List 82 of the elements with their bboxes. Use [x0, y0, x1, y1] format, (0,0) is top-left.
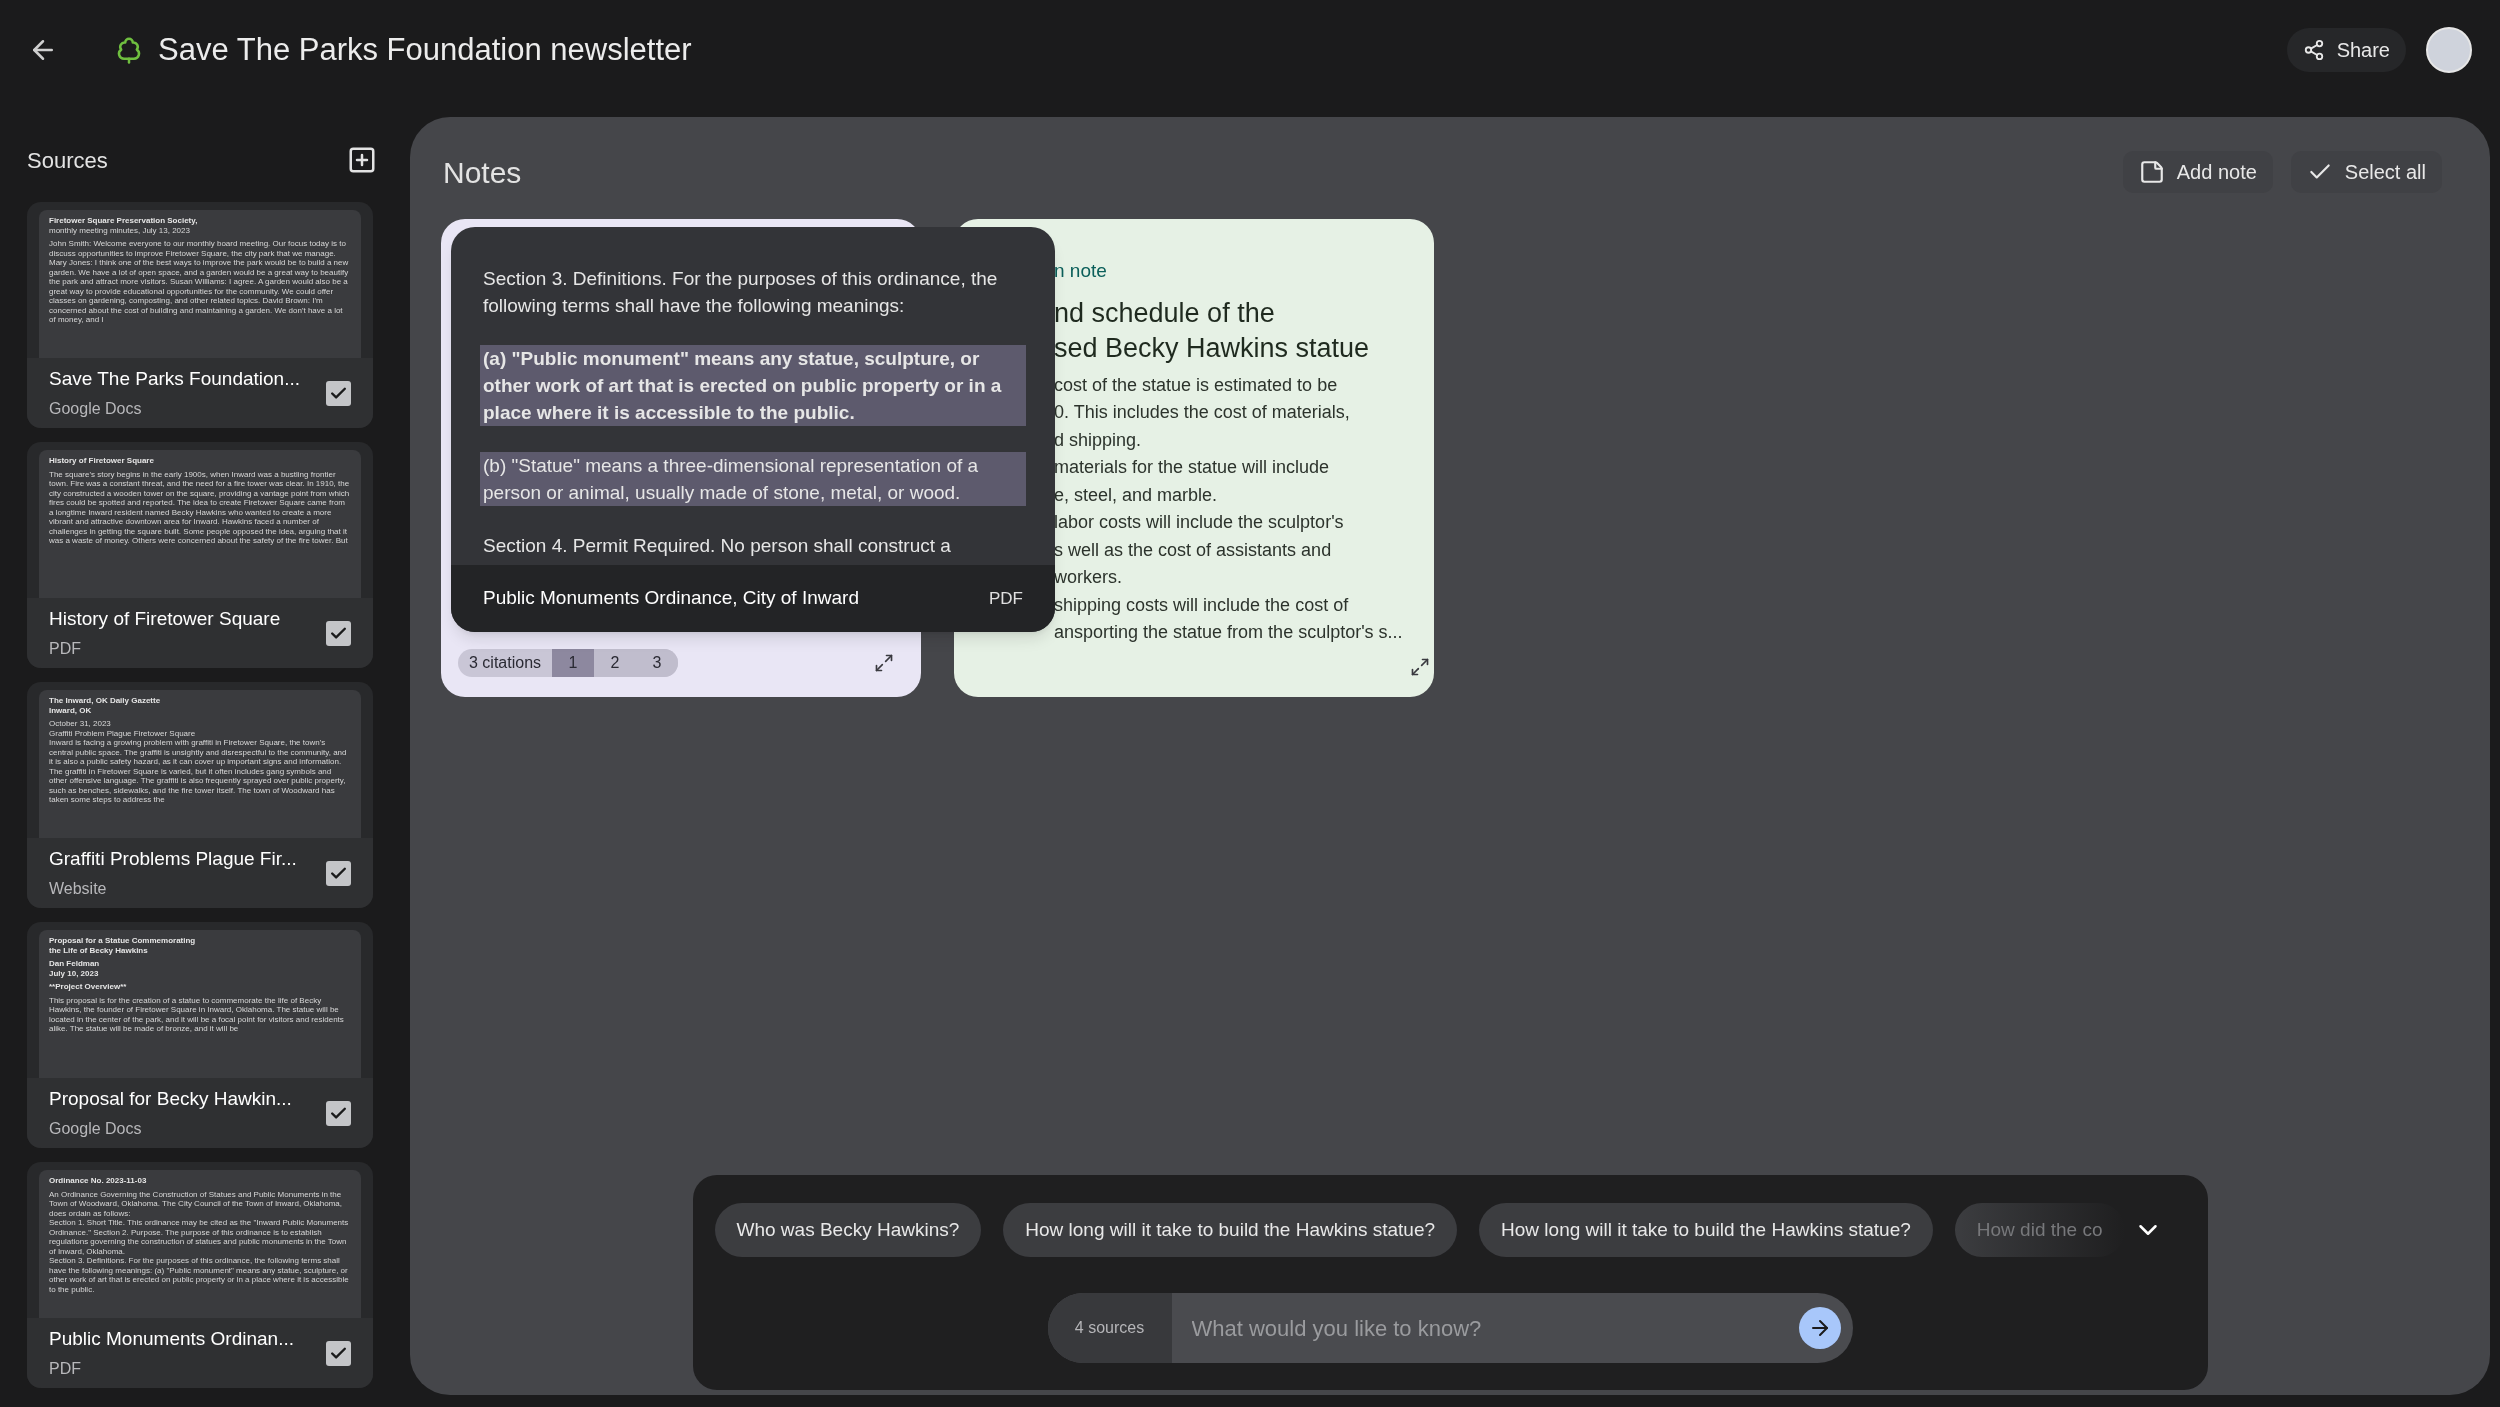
citation-source: Public Monuments Ordinance, City of Inward — [483, 586, 859, 611]
note-title-line: nd schedule of the — [1054, 296, 1276, 330]
thumbnail-text: John Smith: Welcome everyone to our monthly board meeting. Our focus today is to discuss opportunities to improve Firetower Square, the city park that we manage. Mary Jones: I think one of the best ways to improve the park would be to build a new garden. We have a lot of open space, and a garden would be a great way to beautify the park and attract more visitors. Susan Williams: I agree. A garden would also be a great way to provide educational opportunities for the community. We could offer classes on gardening, composting, and other related topics. David Brown: I'm concerned about the cost of building and maintaining a garden. We don't have a lot of money, and I — [49, 239, 350, 325]
note-body-line: shipping costs will include the cost of — [1054, 593, 1350, 617]
source-checkbox[interactable] — [326, 380, 351, 406]
toolbar-button[interactable]: Select all — [2290, 151, 2442, 193]
note-type: n note — [1054, 259, 1108, 283]
query-input[interactable]: What would you like to know? — [1171, 1311, 1799, 1345]
citation-paragraph: (a) "Public monument" means any statue, sculpture, or other work of art that is erected on public property or in a place where it is accessible to the public. — [480, 345, 1026, 426]
suggestion-chip[interactable]: How long will it take to build the Hawkins statue? — [1003, 1203, 1458, 1257]
thumbnail-text: An Ordinance Governing the Construction of Statues and Public Monuments in the Town of Woodward, Oklahoma. The City Council of the Town of Inward, Oklahoma, does ordain as follows: — [49, 1189, 344, 1218]
note-body-line: cost of the statue is estimated to be — [1054, 373, 1339, 397]
citation-paragraph: Section 3. Definitions. For the purposes of this ordinance, the following terms shall have the following meanings: — [483, 267, 999, 318]
note-body-line: ansporting the statue from the sculptor's s... — [1054, 621, 1404, 644]
source-title: Proposal for Becky Hawkin... — [49, 1086, 293, 1111]
source-checkbox[interactable] — [326, 1340, 351, 1366]
source-type: Google Docs — [49, 1119, 143, 1140]
source-card[interactable] — [27, 202, 373, 428]
source-title: Save The Parks Foundation... — [49, 366, 302, 391]
source-type: Website — [49, 879, 108, 900]
thumbnail-text: Section 3. Definitions. For the purposes of this ordinance, the following terms shall have the following meanings: (a) "Public monument" means any statue, sculpture, or other work of art that is erected on public property or in a place where it is accessible to the public. — [49, 1256, 350, 1294]
source-title: Public Monuments Ordinan... — [49, 1326, 295, 1351]
thumbnail-text: October 31, 2023 — [49, 719, 112, 729]
query-field[interactable]: 4 sources What would you like to know? — [1047, 1293, 1853, 1363]
source-checkbox[interactable] — [326, 1100, 351, 1126]
sources-heading: Sources — [27, 146, 108, 175]
share-icon — [2302, 39, 2325, 61]
citation-number[interactable]: 3 — [636, 649, 679, 677]
citation-paragraph: Section 4. Permit Required. No person shall construct a — [483, 534, 952, 558]
sources-count[interactable]: 4 sources — [1047, 1293, 1172, 1363]
thumbnail-text: The square's story begins in the early 1900s, when Inward was a bustling frontier town. Fire was a constant threat, and the need for a fire tower was clear. In 1910, the city constructed a wooden tower on the square, providing a vantage point from which fires could be spotted and reported. The idea to create Firetower Square came from a longtime Inward resident named Becky Hawkins who wanted to create a more vibrant and attractive downtown area for Inward. Hawkins faced a number of challenges in getting the square built. Some people opposed the idea, arguing that it was a waste of money. Others were concerned about the safety of the fire tower. But — [49, 469, 351, 546]
note-body-line: d shipping. — [1054, 428, 1143, 452]
source-card[interactable] — [27, 1162, 373, 1388]
citation-number[interactable]: 1 — [552, 649, 595, 677]
note-body-line: workers. — [1054, 566, 1123, 589]
citation-source-type: PDF — [989, 587, 1023, 610]
thumbnail-heading: **Project Overview** — [49, 982, 128, 992]
note-body-line: s well as the cost of assistants and — [1054, 538, 1333, 562]
notebook-title: Save The Parks Foundation newsletter — [158, 30, 692, 69]
send-button[interactable] — [1798, 1307, 1841, 1349]
note-icon — [2138, 159, 2165, 185]
citation-number[interactable]: 2 — [594, 649, 637, 677]
thumbnail-heading: the Life of Becky Hawkins — [49, 945, 149, 955]
expand-icon[interactable] — [874, 653, 894, 673]
source-type: PDF — [49, 639, 82, 660]
thumbnail-text: Inward is facing a growing problem with graffiti in Firetower Square, the town's central public space. The graffiti is unsightly and disrespectful to the community, and it is also a public safety hazard, as it can cover up important signs and information. The graffiti in Firetower Square is varied, but it often includes gang symbols and other offensive language. The graffiti is also frequently sprayed over public property, such as benches, sidewalks, and the fire tower itself. The town of Woodward has taken some steps to address the — [49, 738, 348, 805]
source-card[interactable] — [27, 442, 373, 668]
source-title: History of Firetower Square — [49, 606, 282, 631]
source-card[interactable] — [27, 922, 373, 1148]
thumbnail-text: This proposal is for the creation of a statue to commemorate the life of Becky Hawkins, the founder of Firetower Square in Inward, Oklahoma. The statue will be located in the center of the park, and it will be a focal point for visitors and residents alike. The statue will be made of bronze, and it will be — [49, 995, 345, 1034]
thumbnail-heading: The Inward, OK Daily Gazette — [49, 696, 162, 706]
expand-icon[interactable] — [1410, 657, 1430, 677]
toolbar-button[interactable]: Add note — [2122, 151, 2273, 193]
note-body-line: materials for the statue will include — [1054, 456, 1331, 479]
note-body-line: labor costs will include the sculptor's — [1054, 511, 1345, 534]
note-body-line: 0. This includes the cost of materials, — [1054, 401, 1351, 424]
share-button[interactable]: Share — [2286, 28, 2406, 72]
suggestion-chip[interactable]: How long will it take to build the Hawkins statue? — [1479, 1203, 1933, 1257]
avatar[interactable] — [2426, 27, 2472, 73]
note-title-line: sed Becky Hawkins statue — [1054, 331, 1371, 365]
source-type: Google Docs — [49, 399, 143, 420]
citation-paragraph: (b) "Statue" means a three-dimensional representation of a person or animal, usually made of stone, metal, or wood. — [480, 452, 1026, 506]
source-title: Graffiti Problems Plague Fir... — [49, 846, 298, 871]
thumbnail-heading: History of Firetower Square — [49, 456, 155, 466]
add-source-icon[interactable] — [347, 145, 377, 175]
source-checkbox[interactable] — [326, 860, 351, 886]
thumbnail-heading: July 10, 2023 — [49, 968, 100, 978]
thumbnail-heading: Ordinance No. 2023-11-03 — [49, 1176, 148, 1186]
notes-heading: Notes — [443, 154, 522, 191]
thumbnail-heading: Inward, OK — [49, 705, 93, 715]
thumbnail-text: Graffiti Problem Plague Firetower Square — [49, 728, 197, 738]
note-body-line: e, steel, and marble. — [1054, 483, 1219, 507]
source-checkbox[interactable] — [326, 620, 351, 646]
source-card[interactable] — [27, 682, 373, 908]
citations-count: 3 citations — [468, 653, 543, 673]
source-type: PDF — [49, 1359, 82, 1380]
thumbnail-text: monthly meeting minutes, July 13, 2023 — [49, 225, 191, 235]
thumbnail-heading: Firetower Square Preservation Society, — [49, 216, 199, 226]
thumbnail-heading: Proposal for a Statue Commemorating — [49, 936, 197, 946]
thumbnail-heading: Dan Feldman — [49, 959, 101, 969]
thumbnail-text: Section 1. Short Title. This ordinance may be cited as the "Inward Public Monuments Ordinance." Section 2. Purpose. The purpose of this ordinance is to establish regulations governing the construction of statues and public monuments in the Town of Inward, Oklahoma. — [49, 1218, 350, 1256]
suggestion-chip[interactable]: Who was Becky Hawkins? — [714, 1203, 982, 1257]
